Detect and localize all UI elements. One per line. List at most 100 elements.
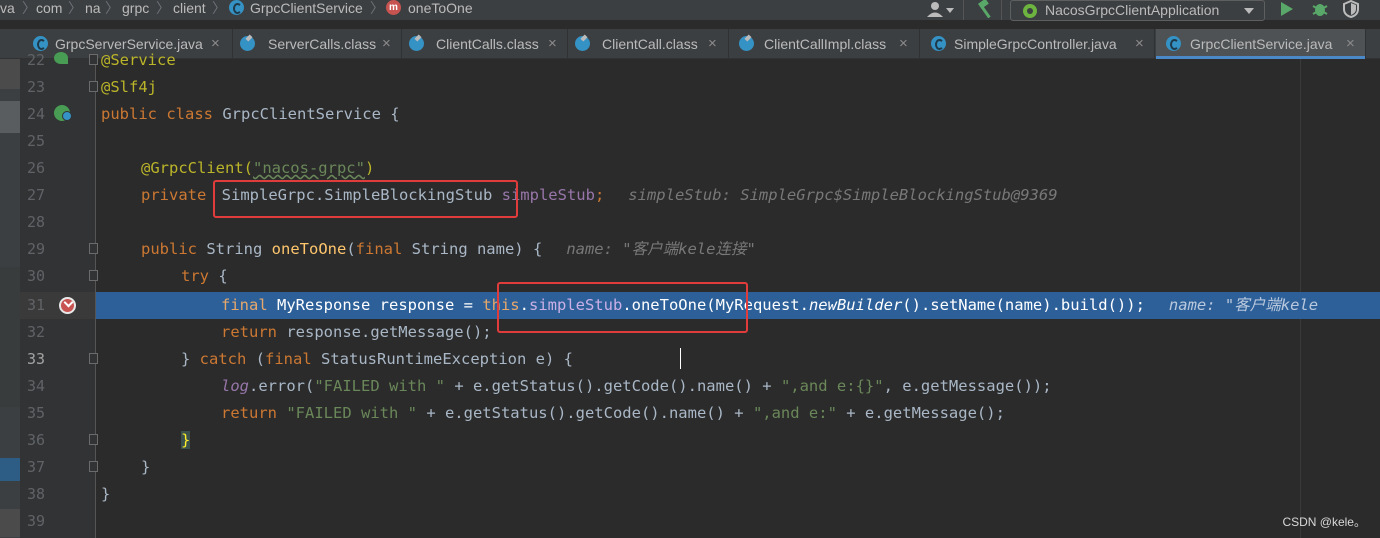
fold-icon[interactable] bbox=[89, 270, 98, 281]
tab-client-call-impl[interactable]: ClientCallImpl.class × bbox=[730, 29, 920, 59]
code-token: } bbox=[101, 485, 111, 503]
annotation-token: @Service bbox=[101, 51, 176, 69]
type-token: String bbox=[206, 240, 272, 258]
inline-debug-value: name: "客户端kele连接" bbox=[566, 240, 756, 258]
breadcrumb-item[interactable]: com bbox=[36, 0, 62, 20]
code-line-22[interactable]: @Service bbox=[101, 47, 176, 74]
code-line-38[interactable]: } bbox=[101, 481, 110, 508]
tab-client-calls[interactable]: ClientCalls.class × bbox=[403, 29, 568, 59]
keyword-token: final bbox=[355, 240, 412, 258]
run-configuration-select[interactable]: NacosGrpcClientApplication bbox=[1010, 0, 1265, 21]
annotation-token: ) bbox=[364, 159, 375, 177]
string-token: "FAILED with " bbox=[286, 404, 417, 422]
line-number: 34 bbox=[26, 377, 45, 395]
code-token: + e.getStatus().getCode().name() + bbox=[444, 377, 781, 395]
tab-label: ClientCall.class bbox=[602, 36, 698, 52]
code-token: , e.getMessage()); bbox=[883, 377, 1052, 395]
code-line-34[interactable]: log.error("FAILED with " + e.getStatus()… bbox=[221, 373, 1052, 400]
class-file-icon bbox=[739, 36, 754, 51]
string-token: ",and e:" bbox=[752, 404, 837, 422]
string-token: "FAILED with " bbox=[314, 377, 445, 395]
scroll-marker bbox=[0, 509, 20, 537]
scroll-marker bbox=[0, 101, 20, 133]
debug-icon[interactable] bbox=[1312, 0, 1328, 18]
run-icon[interactable] bbox=[1281, 2, 1293, 16]
close-icon[interactable]: × bbox=[899, 29, 908, 58]
spring-bean-icon[interactable] bbox=[54, 52, 68, 64]
line-number: 37 bbox=[26, 458, 45, 476]
tab-client-call[interactable]: ClientCall.class × bbox=[569, 29, 729, 59]
line-number: 36 bbox=[26, 431, 45, 449]
code-line-26[interactable]: @GrpcClient("nacos-grpc") bbox=[141, 155, 374, 182]
class-file-icon bbox=[575, 36, 590, 51]
breadcrumb-item[interactable]: na bbox=[85, 0, 101, 20]
keyword-token: public bbox=[141, 240, 207, 258]
breadcrumb-item[interactable]: client bbox=[173, 0, 206, 20]
breadcrumb-item[interactable]: grpc bbox=[122, 0, 149, 20]
fold-icon[interactable] bbox=[89, 81, 98, 92]
close-icon[interactable]: × bbox=[548, 29, 557, 58]
fold-icon[interactable] bbox=[89, 54, 98, 65]
punctuation-token: ( bbox=[346, 240, 356, 258]
code-token: StatusRuntimeException e) { bbox=[321, 350, 573, 368]
tab-grpc-client-service[interactable]: GrpcClientService.java × bbox=[1156, 29, 1366, 59]
code-line-33[interactable]: } catch (final StatusRuntimeException e)… bbox=[181, 346, 573, 373]
close-icon[interactable]: × bbox=[708, 29, 717, 58]
keyword-token: final bbox=[221, 296, 277, 314]
close-icon[interactable]: × bbox=[1135, 29, 1144, 58]
close-icon[interactable]: × bbox=[1346, 29, 1355, 58]
user-icon[interactable] bbox=[926, 0, 956, 20]
line-number: 29 bbox=[26, 240, 45, 258]
inline-debug-value: name: "客户端kele bbox=[1168, 296, 1319, 314]
code-token: } bbox=[181, 350, 200, 368]
breadcrumb-item[interactable]: va bbox=[0, 0, 15, 20]
run-configuration-label: NacosGrpcClientApplication bbox=[1045, 2, 1220, 18]
breadcrumb-separator: 〉 bbox=[68, 0, 82, 16]
line-number: 30 bbox=[26, 267, 45, 285]
tab-label: ServerCalls.class bbox=[268, 36, 377, 52]
navigation-bar: va 〉 com 〉 na 〉 grpc 〉 client 〉 GrpcClie… bbox=[0, 0, 1380, 21]
fold-icon[interactable] bbox=[89, 243, 98, 254]
close-icon[interactable]: × bbox=[211, 29, 220, 58]
fold-icon[interactable] bbox=[89, 461, 98, 472]
code-line-31[interactable]: final MyResponse response = this.simpleS… bbox=[221, 292, 1318, 319]
code-token: } bbox=[141, 458, 151, 476]
code-line-37[interactable]: } bbox=[141, 454, 150, 481]
keyword-token: public class bbox=[101, 105, 223, 123]
close-icon[interactable]: × bbox=[382, 29, 391, 58]
code-line-24[interactable]: public class GrpcClientService { bbox=[101, 101, 400, 128]
fold-icon[interactable] bbox=[89, 353, 98, 364]
toolbar-separator bbox=[963, 0, 964, 20]
line-number: 32 bbox=[26, 323, 45, 341]
line-number: 23 bbox=[26, 78, 45, 96]
code-line-35[interactable]: return "FAILED with " + e.getStatus().ge… bbox=[221, 400, 1005, 427]
line-number: 39 bbox=[26, 512, 45, 530]
navigate-icon[interactable] bbox=[62, 111, 72, 121]
code-line-32[interactable]: return response.getMessage(); bbox=[221, 319, 492, 346]
left-tool-strip bbox=[0, 59, 20, 538]
code-token: .error( bbox=[249, 377, 315, 395]
code-line-23[interactable]: @Slf4j bbox=[101, 74, 157, 101]
breadcrumb-separator: 〉 bbox=[105, 0, 119, 16]
class-icon bbox=[1166, 36, 1181, 51]
matched-brace-token: } bbox=[181, 431, 191, 449]
code-token: String name) { bbox=[411, 240, 543, 258]
breakpoint-icon[interactable] bbox=[59, 297, 76, 314]
class-file-icon bbox=[409, 36, 424, 51]
shield-icon[interactable] bbox=[1343, 0, 1359, 18]
keyword-token: return bbox=[221, 323, 287, 341]
hammer-icon[interactable] bbox=[976, 0, 996, 18]
code-token: + e.getStatus().getCode().name() + bbox=[416, 404, 753, 422]
fold-icon[interactable] bbox=[89, 434, 98, 445]
tab-server-calls[interactable]: ServerCalls.class × bbox=[234, 29, 402, 59]
code-line-30[interactable]: try { bbox=[181, 263, 228, 290]
keyword-token: return bbox=[221, 404, 287, 422]
code-line-29[interactable]: public String oneToOne(final String name… bbox=[141, 236, 756, 263]
code-line-36[interactable]: } bbox=[181, 427, 191, 454]
breadcrumb-item[interactable]: oneToOne bbox=[408, 0, 473, 20]
tab-simple-grpc-controller[interactable]: SimpleGrpcController.java × bbox=[921, 29, 1155, 59]
breadcrumb-item[interactable]: GrpcClientService bbox=[250, 0, 363, 20]
line-number: 22 bbox=[26, 51, 45, 69]
text-caret bbox=[680, 348, 681, 369]
scroll-marker bbox=[0, 59, 20, 89]
